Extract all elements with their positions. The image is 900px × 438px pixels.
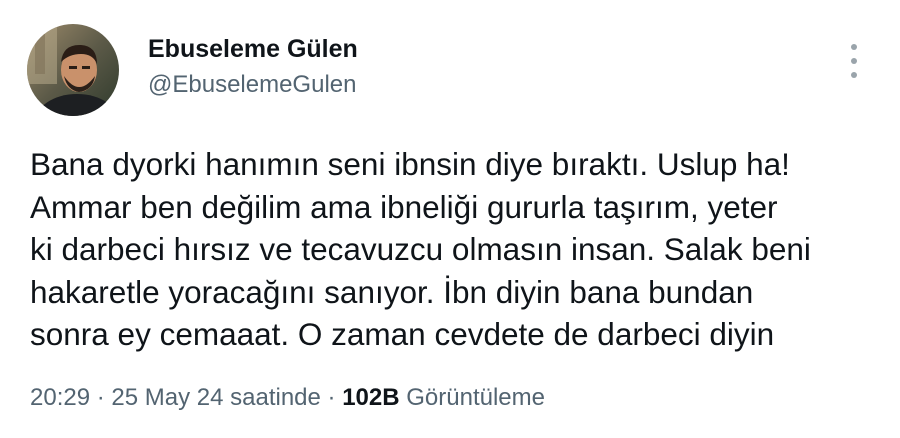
tweet-card: Ebuseleme Gülen @EbuselemeGulen Bana dyo… [0, 0, 900, 438]
ellipsis-dot [851, 58, 857, 64]
tweet-meta: 20:29 · 25 May 24 saatinde · 102B Görünt… [30, 384, 545, 412]
tweet-text-line: sonra ey cemaaat. O zaman cevdete de dar… [30, 316, 775, 352]
tweet-text-line: Bana dyorki hanımın seni ibnsin diye bır… [30, 146, 790, 182]
tweet-text-line: Ammar ben değilim ama ibneliği gururla t… [30, 188, 778, 225]
views-count[interactable]: 102B [342, 384, 399, 411]
ellipsis-dot [851, 44, 857, 50]
ellipsis-dot [851, 72, 857, 78]
author-display-name[interactable]: Ebuseleme Gülen [148, 35, 358, 64]
meta-separator: · [320, 384, 343, 411]
avatar-image [27, 24, 119, 116]
tweet-text-line: ki darbeci hırsız ve tecavuzcu olmasın i… [30, 231, 811, 267]
author-handle[interactable]: @EbuselemeGulen [148, 71, 356, 99]
meta-separator: · [90, 384, 112, 411]
vertical-ellipsis-icon[interactable] [840, 44, 868, 78]
tweet-date[interactable]: 25 May 24 saatinde [111, 384, 320, 411]
tweet-text: Bana dyorki hanımın seni ibnsin diye bır… [30, 143, 880, 356]
tweet-text-line: hakaretle yoracağını sanıyor. İbn diyin … [30, 273, 754, 310]
tweet-time[interactable]: 20:29 [30, 384, 90, 411]
views-label: Görüntüleme [406, 384, 545, 411]
avatar[interactable] [27, 24, 119, 116]
